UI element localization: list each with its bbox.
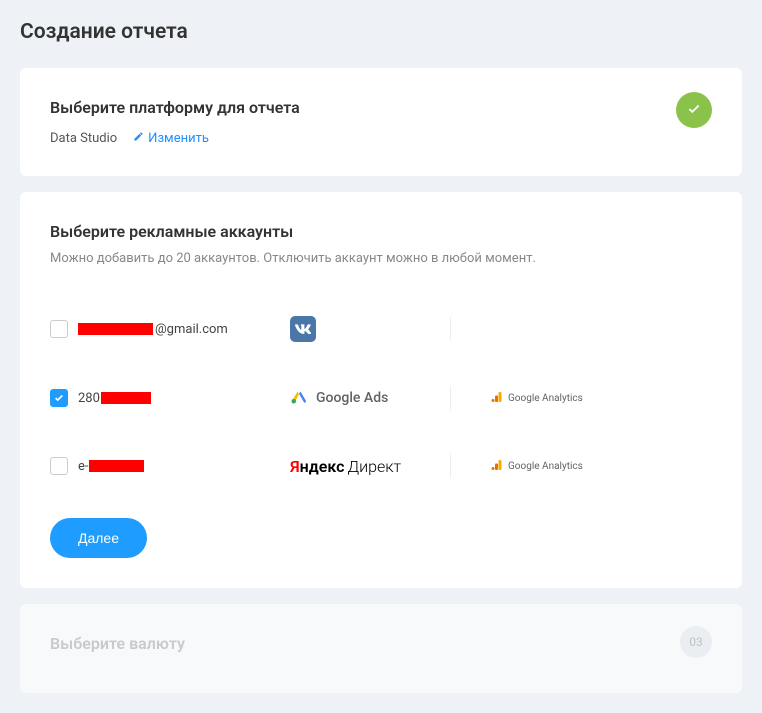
google-analytics-icon	[491, 391, 503, 406]
account-checkbox[interactable]	[50, 389, 68, 407]
account-checkbox[interactable]	[50, 320, 68, 338]
page-title: Создание отчета	[20, 20, 742, 44]
account-row: e- ЯндексДирект Google Analytics	[50, 432, 712, 500]
platform-value: Data Studio	[50, 131, 117, 146]
check-icon	[687, 101, 701, 120]
step-platform-title: Выберите платформу для отчета	[50, 98, 712, 117]
step-platform-card: Выберите платформу для отчета Data Studi…	[20, 68, 742, 176]
step-accounts-desc: Можно добавить до 20 аккаунтов. Отключит…	[50, 251, 712, 266]
account-checkbox[interactable]	[50, 457, 68, 475]
step-currency-card: Выберите валюту 03	[20, 604, 742, 693]
google-ads-logo: Google Ads	[290, 387, 388, 409]
account-id: e-	[78, 459, 146, 474]
vk-icon	[290, 316, 316, 342]
yandex-direct-logo: ЯндексДирект	[290, 457, 401, 476]
step-number-badge: 03	[680, 626, 712, 658]
edit-platform-link[interactable]: Изменить	[133, 131, 209, 146]
step-currency-title: Выберите валюту	[50, 634, 712, 653]
account-email: @gmail.com	[78, 322, 228, 337]
edit-label: Изменить	[148, 131, 209, 146]
account-id: 280	[78, 391, 153, 406]
step-accounts-card: Выберите рекламные аккаунты Можно добави…	[20, 192, 742, 588]
next-button[interactable]: Далее	[50, 518, 147, 558]
pencil-icon	[133, 131, 144, 146]
step-accounts-title: Выберите рекламные аккаунты	[50, 222, 712, 241]
google-analytics-logo: Google Analytics	[491, 391, 583, 406]
account-row: @gmail.com	[50, 294, 712, 364]
accounts-list: @gmail.com 280	[50, 294, 712, 500]
step-complete-badge	[676, 92, 712, 128]
google-analytics-icon	[491, 459, 503, 474]
account-row: 280 Google Ads	[50, 364, 712, 432]
google-ads-icon	[290, 387, 308, 409]
google-analytics-logo: Google Analytics	[491, 459, 583, 474]
